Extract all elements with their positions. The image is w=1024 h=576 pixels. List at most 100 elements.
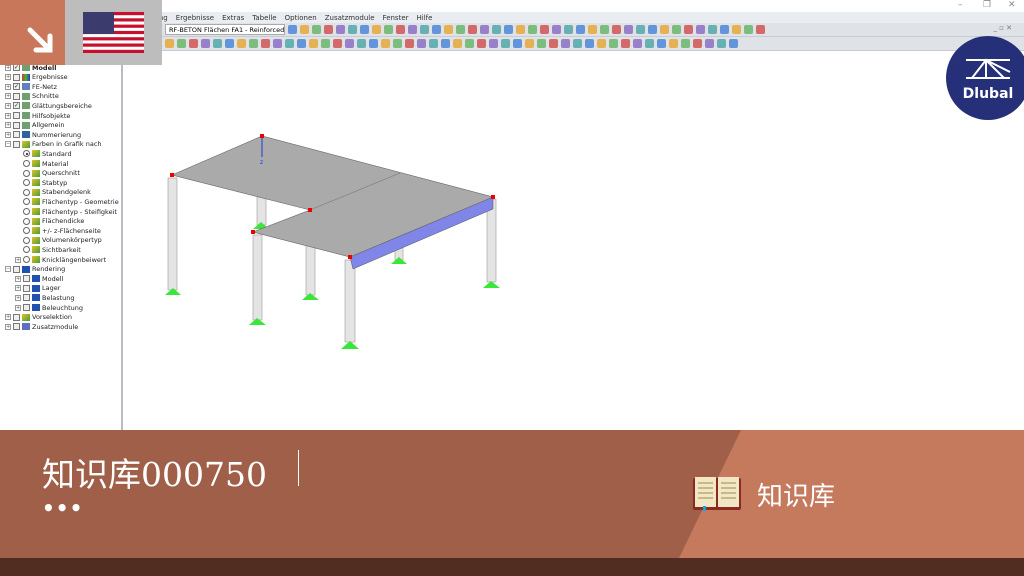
toolbar-button-icon[interactable] bbox=[480, 25, 489, 34]
checkbox[interactable] bbox=[23, 275, 30, 283]
menu-item[interactable]: Optionen bbox=[285, 14, 317, 22]
expand-icon[interactable]: + bbox=[5, 122, 11, 129]
checkbox[interactable] bbox=[13, 112, 20, 119]
toolbar-button-icon[interactable] bbox=[285, 39, 294, 48]
toolbar-button-icon[interactable] bbox=[321, 39, 330, 48]
expand-icon[interactable]: + bbox=[5, 131, 11, 138]
toolbar-button-icon[interactable] bbox=[456, 25, 465, 34]
expand-icon[interactable]: + bbox=[5, 93, 11, 100]
menu-item[interactable]: Fenster bbox=[383, 14, 409, 22]
toolbar-button-icon[interactable] bbox=[720, 25, 729, 34]
toolbar-button-icon[interactable] bbox=[429, 39, 438, 48]
toolbar-button-icon[interactable] bbox=[552, 25, 561, 34]
tree-item[interactable]: Volumenkörpertyp bbox=[15, 236, 102, 245]
toolbar-button-icon[interactable] bbox=[528, 25, 537, 34]
checkbox[interactable] bbox=[13, 313, 20, 321]
mdi-window-controls[interactable]: _ ▫ ✕ bbox=[993, 24, 1012, 32]
tree-item[interactable]: Querschnitt bbox=[15, 169, 80, 178]
toolbar-button-icon[interactable] bbox=[420, 25, 429, 34]
toolbar-button-icon[interactable] bbox=[408, 25, 417, 34]
tree-item[interactable]: + Knicklängenbeiwert bbox=[15, 255, 106, 264]
tree-item[interactable]: + Zusatzmodule bbox=[5, 322, 78, 331]
toolbar-button-icon[interactable] bbox=[633, 39, 642, 48]
toolbar-button-icon[interactable] bbox=[516, 25, 525, 34]
checkbox[interactable]: ✓ bbox=[13, 102, 20, 110]
toolbar-button-icon[interactable] bbox=[444, 25, 453, 34]
toolbar-button-icon[interactable] bbox=[237, 39, 246, 48]
toolbar-button-icon[interactable] bbox=[561, 39, 570, 48]
toolbar-button-icon[interactable] bbox=[393, 39, 402, 48]
radio-button[interactable] bbox=[23, 150, 30, 158]
toolbar-button-icon[interactable] bbox=[636, 25, 645, 34]
toolbar-button-icon[interactable] bbox=[288, 25, 297, 34]
toolbar-button-icon[interactable] bbox=[681, 39, 690, 48]
result-case-combo[interactable]: RF-BETON Flächen FA1 - Reinforced co bbox=[165, 24, 285, 35]
tree-item[interactable]: − Farben in Grafik nach bbox=[5, 140, 102, 149]
menu-item[interactable]: Tabelle bbox=[252, 14, 276, 22]
toolbar-button-icon[interactable] bbox=[432, 25, 441, 34]
tree-item[interactable]: Flächendicke bbox=[15, 217, 84, 226]
expand-icon[interactable]: + bbox=[5, 112, 11, 119]
expand-icon[interactable]: + bbox=[5, 323, 11, 330]
toolbar-button-icon[interactable] bbox=[717, 39, 726, 48]
tree-item[interactable]: + Hilfsobjekte bbox=[5, 111, 70, 120]
radio-button[interactable] bbox=[23, 256, 30, 263]
toolbar-button-icon[interactable] bbox=[261, 39, 270, 48]
radio-button[interactable] bbox=[23, 179, 30, 187]
toolbar-button-icon[interactable] bbox=[525, 39, 534, 48]
toolbar-button-icon[interactable] bbox=[549, 39, 558, 48]
radio-button[interactable] bbox=[23, 236, 30, 244]
toolbar-button-icon[interactable] bbox=[573, 39, 582, 48]
toolbar-button-icon[interactable] bbox=[696, 25, 705, 34]
toolbar-button-icon[interactable] bbox=[177, 39, 186, 48]
tree-item[interactable]: Stabtyp bbox=[15, 178, 67, 187]
toolbar-button-icon[interactable] bbox=[489, 39, 498, 48]
toolbar-button-icon[interactable] bbox=[621, 39, 630, 48]
toolbar-button-icon[interactable] bbox=[513, 39, 522, 48]
tree-item[interactable]: + Ergebnisse bbox=[5, 73, 68, 82]
toolbar-button-icon[interactable] bbox=[348, 25, 357, 34]
tree-item[interactable]: + ✓ FE-Netz bbox=[5, 82, 57, 91]
toolbar-button-icon[interactable] bbox=[273, 39, 282, 48]
toolbar-button-icon[interactable] bbox=[705, 39, 714, 48]
expand-icon[interactable]: + bbox=[5, 102, 11, 109]
toolbar-button-icon[interactable] bbox=[384, 25, 393, 34]
checkbox[interactable]: ✓ bbox=[13, 83, 20, 91]
toolbar-button-icon[interactable] bbox=[165, 39, 174, 48]
toolbar-button-icon[interactable] bbox=[225, 39, 234, 48]
toolbar-button-icon[interactable] bbox=[417, 39, 426, 48]
checkbox[interactable] bbox=[13, 265, 20, 273]
toolbar-button-icon[interactable] bbox=[405, 39, 414, 48]
radio-button[interactable] bbox=[23, 227, 30, 235]
toolbar-button-icon[interactable] bbox=[333, 39, 342, 48]
toolbar-button-icon[interactable] bbox=[468, 25, 477, 34]
toolbar-button-icon[interactable] bbox=[537, 39, 546, 48]
expand-icon[interactable]: + bbox=[15, 294, 21, 301]
toolbar-button-icon[interactable] bbox=[660, 25, 669, 34]
toolbar-button-icon[interactable] bbox=[648, 25, 657, 34]
language-flag[interactable] bbox=[65, 0, 162, 65]
tree-item[interactable]: +/- z-Flächenseite bbox=[15, 226, 101, 235]
radio-button[interactable] bbox=[23, 188, 30, 196]
tree-item[interactable]: Standard bbox=[15, 149, 72, 158]
tree-item[interactable]: + Vorselektion bbox=[5, 313, 72, 322]
toolbar-button-icon[interactable] bbox=[381, 39, 390, 48]
close-button[interactable]: ✕ bbox=[1008, 0, 1016, 10]
radio-button[interactable] bbox=[23, 217, 30, 225]
tree-item[interactable]: + Belastung bbox=[15, 293, 75, 302]
toolbar-button-icon[interactable] bbox=[465, 39, 474, 48]
expand-icon[interactable]: + bbox=[15, 304, 21, 311]
toolbar-button-icon[interactable] bbox=[693, 39, 702, 48]
tree-item[interactable]: + Schnitte bbox=[5, 92, 59, 101]
checkbox[interactable]: ✓ bbox=[13, 64, 20, 71]
toolbar-button-icon[interactable] bbox=[213, 39, 222, 48]
tree-item[interactable]: Stabendgelenk bbox=[15, 188, 91, 197]
tree-item[interactable]: Flächentyp - Steifigkeit bbox=[15, 207, 117, 216]
toolbar-button-icon[interactable] bbox=[624, 25, 633, 34]
radio-button[interactable] bbox=[23, 160, 30, 167]
toolbar-button-icon[interactable] bbox=[300, 25, 309, 34]
checkbox[interactable] bbox=[13, 73, 20, 81]
toolbar-button-icon[interactable] bbox=[492, 25, 501, 34]
expand-icon[interactable]: + bbox=[5, 64, 11, 71]
toolbar-button-icon[interactable] bbox=[588, 25, 597, 34]
